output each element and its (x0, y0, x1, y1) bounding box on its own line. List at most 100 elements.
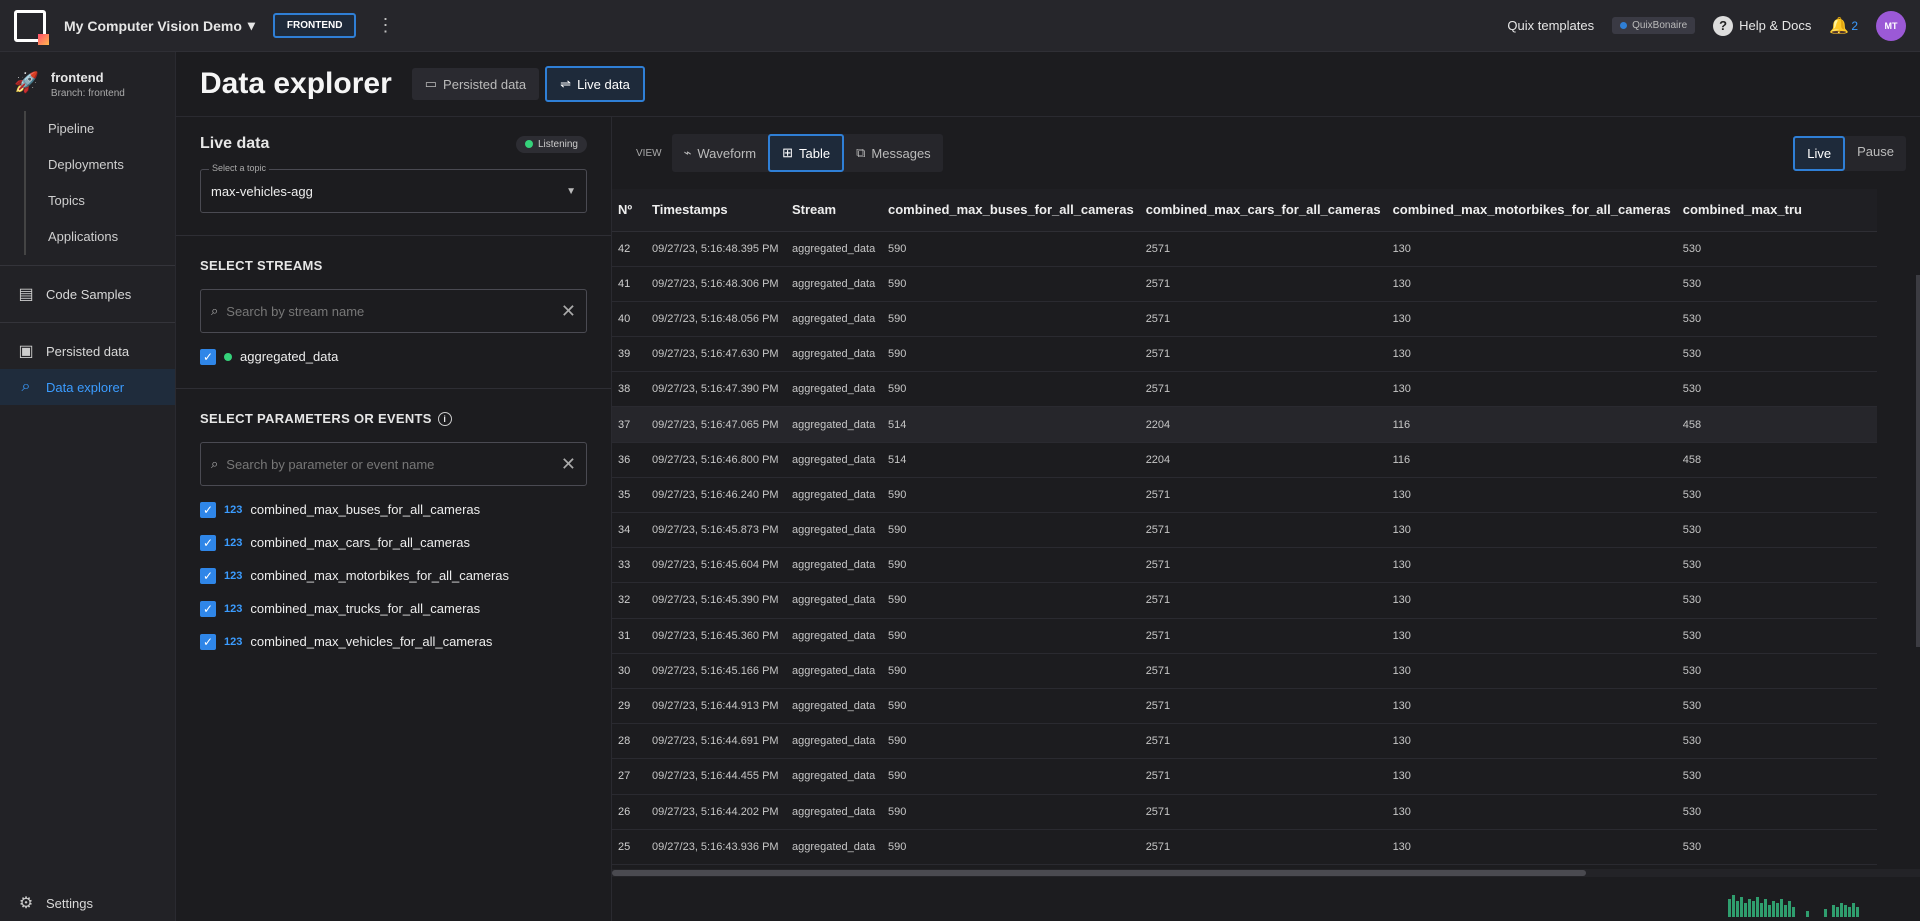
stream-search-input[interactable] (226, 303, 553, 319)
checkbox-checked[interactable]: ✓ (200, 633, 216, 650)
pause-button[interactable]: Pause (1845, 136, 1906, 171)
app-logo[interactable] (14, 9, 49, 45)
tab-waveform[interactable]: ⌁ Waveform (672, 134, 769, 172)
table-cell: 130 (1386, 336, 1677, 373)
param-option[interactable]: ✓ 123 combined_max_buses_for_all_cameras (200, 500, 587, 519)
sidebar-item-topics[interactable]: Topics (48, 183, 175, 219)
checkbox-checked[interactable]: ✓ (200, 600, 216, 617)
tab-persisted-data[interactable]: ▭ Persisted data (411, 68, 540, 100)
tab-table[interactable]: ⊞ Table (768, 134, 845, 172)
data-view-panel: VIEW ⌁ Waveform ⊞ Table ⧉ Messages Live … (612, 117, 1920, 921)
checkbox-checked[interactable]: ✓ (200, 501, 216, 518)
info-icon[interactable]: i (437, 411, 452, 426)
column-header[interactable]: combined_max_tru (1676, 189, 1877, 232)
table-row[interactable]: 37 09/27/23, 5:16:47.065 PM aggregated_dat… (612, 406, 1877, 443)
table-cell: aggregated_data (786, 336, 882, 373)
column-header[interactable]: Timestamps (646, 189, 786, 232)
table-row[interactable]: 32 09/27/23, 5:16:45.390 PM aggregated_dat… (612, 582, 1877, 619)
sidebar-item-code-samples[interactable]: ▤ Code Samples (0, 276, 175, 312)
panel-title: Live data (200, 135, 270, 152)
quix-templates-link[interactable]: Quix templates (1507, 18, 1594, 33)
tab-messages[interactable]: ⧉ Messages (844, 134, 943, 172)
table-cell: 590 (882, 231, 1140, 267)
sidebar-item-persisted-data[interactable]: ▣ Persisted data (0, 333, 175, 369)
table-row[interactable]: 31 09/27/23, 5:16:45.360 PM aggregated_dat… (612, 618, 1877, 654)
param-option[interactable]: ✓ 123 combined_max_motorbikes_for_all_ca… (200, 566, 587, 585)
table-row[interactable]: 25 09/27/23, 5:16:43.936 PM aggregated_dat… (612, 829, 1877, 865)
params-section-label: SELECT PARAMETERS OR EVENTS (200, 411, 432, 426)
column-header[interactable]: Stream (786, 189, 882, 232)
table-cell: 130 (1386, 512, 1677, 549)
table-row[interactable]: 26 09/27/23, 5:16:44.202 PM aggregated_dat… (612, 794, 1877, 830)
row-number-cell: 32 (612, 582, 646, 619)
table-cell: 530 (1676, 582, 1877, 619)
table-row[interactable]: 29 09/27/23, 5:16:44.913 PM aggregated_dat… (612, 688, 1877, 725)
table-row[interactable]: 30 09/27/23, 5:16:45.166 PM aggregated_dat… (612, 653, 1877, 689)
checkbox-checked[interactable]: ✓ (200, 348, 216, 365)
stream-option[interactable]: ✓ aggregated_data (200, 347, 587, 366)
table-cell: 09/27/23, 5:16:47.390 PM (646, 371, 786, 408)
sidebar-item-deployments[interactable]: Deployments (48, 147, 175, 183)
checkbox-checked[interactable]: ✓ (200, 534, 216, 551)
table-row[interactable]: 38 09/27/23, 5:16:47.390 PM aggregated_dat… (612, 371, 1877, 408)
vertical-scrollbar[interactable] (1916, 275, 1920, 647)
table-cell: 590 (882, 794, 1140, 830)
table-row[interactable]: 41 09/27/23, 5:16:48.306 PM aggregated_dat… (612, 266, 1877, 302)
table-row[interactable]: 42 09/27/23, 5:16:48.395 PM aggregated_dat… (612, 231, 1877, 267)
table-row[interactable]: 39 09/27/23, 5:16:47.630 PM aggregated_dat… (612, 336, 1877, 373)
table-cell: 2571 (1139, 618, 1387, 654)
more-options-icon[interactable]: ⋮ (376, 15, 394, 36)
param-search-input[interactable] (226, 456, 553, 472)
table-row[interactable]: 40 09/27/23, 5:16:48.056 PM aggregated_dat… (612, 301, 1877, 338)
environment-button[interactable]: FRONTEND (272, 13, 357, 38)
table-row[interactable]: 35 09/27/23, 5:16:46.240 PM aggregated_dat… (612, 477, 1877, 514)
sidebar-item-label: Settings (46, 895, 93, 911)
horizontal-scrollbar-thumb[interactable] (612, 870, 1586, 876)
row-number-cell: 31 (612, 618, 646, 654)
row-number-cell: 28 (612, 723, 646, 760)
streams-section-label: SELECT STREAMS (200, 258, 323, 273)
notifications-button[interactable]: 🔔 2 (1829, 16, 1858, 36)
project-selector[interactable]: My Computer Vision Demo ▾ (64, 17, 255, 34)
table-cell: 130 (1386, 794, 1677, 830)
column-header[interactable]: combined_max_cars_for_all_cameras (1139, 189, 1387, 232)
table-row[interactable]: 33 09/27/23, 5:16:45.604 PM aggregated_dat… (612, 547, 1877, 584)
topic-select[interactable]: Select a topic max-vehicles-agg ▼ (200, 163, 587, 213)
horizontal-scrollbar[interactable] (612, 869, 1920, 877)
table-cell: 130 (1386, 266, 1677, 302)
sidebar-project[interactable]: 🚀 frontend Branch: frontend (0, 52, 175, 111)
column-header[interactable]: Nº (612, 189, 646, 232)
table-cell: 130 (1386, 231, 1677, 267)
table-cell: 09/27/23, 5:16:47.065 PM (646, 406, 786, 443)
org-badge[interactable]: QuixBonaire (1612, 17, 1696, 34)
table-cell: 130 (1386, 582, 1677, 619)
sidebar-item-applications[interactable]: Applications (48, 219, 175, 255)
clear-icon[interactable]: ✕ (561, 454, 576, 475)
table-row[interactable]: 27 09/27/23, 5:16:44.455 PM aggregated_dat… (612, 758, 1877, 795)
table-cell: aggregated_data (786, 512, 882, 549)
divider (0, 322, 175, 323)
sidebar-item-pipeline[interactable]: Pipeline (48, 111, 175, 147)
row-number-cell: 38 (612, 371, 646, 408)
view-bar: VIEW ⌁ Waveform ⊞ Table ⧉ Messages Live … (612, 117, 1920, 189)
table-cell: 09/27/23, 5:16:46.240 PM (646, 477, 786, 514)
table-cell: 2571 (1139, 794, 1387, 830)
table-cell: 09/27/23, 5:16:48.306 PM (646, 266, 786, 302)
live-button[interactable]: Live (1793, 135, 1846, 171)
column-header[interactable]: combined_max_motorbikes_for_all_cameras (1386, 189, 1677, 232)
param-option[interactable]: ✓ 123 combined_max_cars_for_all_cameras (200, 533, 587, 552)
param-option[interactable]: ✓ 123 combined_max_vehicles_for_all_came… (200, 632, 587, 651)
table-row[interactable]: 36 09/27/23, 5:16:46.800 PM aggregated_dat… (612, 442, 1877, 478)
sidebar-item-data-explorer[interactable]: ⌕ Data explorer (0, 369, 175, 405)
tab-live-data[interactable]: ⇌ Live data (545, 66, 645, 102)
table-row[interactable]: 28 09/27/23, 5:16:44.691 PM aggregated_dat… (612, 723, 1877, 760)
checkbox-checked[interactable]: ✓ (200, 567, 216, 584)
sidebar-item-settings[interactable]: ⚙ Settings (0, 885, 176, 921)
column-header[interactable]: combined_max_buses_for_all_cameras (882, 189, 1140, 232)
clear-icon[interactable]: ✕ (561, 301, 576, 322)
table-cell: aggregated_data (786, 547, 882, 584)
param-option[interactable]: ✓ 123 combined_max_trucks_for_all_camera… (200, 599, 587, 618)
table-row[interactable]: 34 09/27/23, 5:16:45.873 PM aggregated_dat… (612, 512, 1877, 549)
help-docs-button[interactable]: ? Help & Docs (1713, 15, 1811, 36)
avatar[interactable]: MT (1876, 10, 1906, 41)
